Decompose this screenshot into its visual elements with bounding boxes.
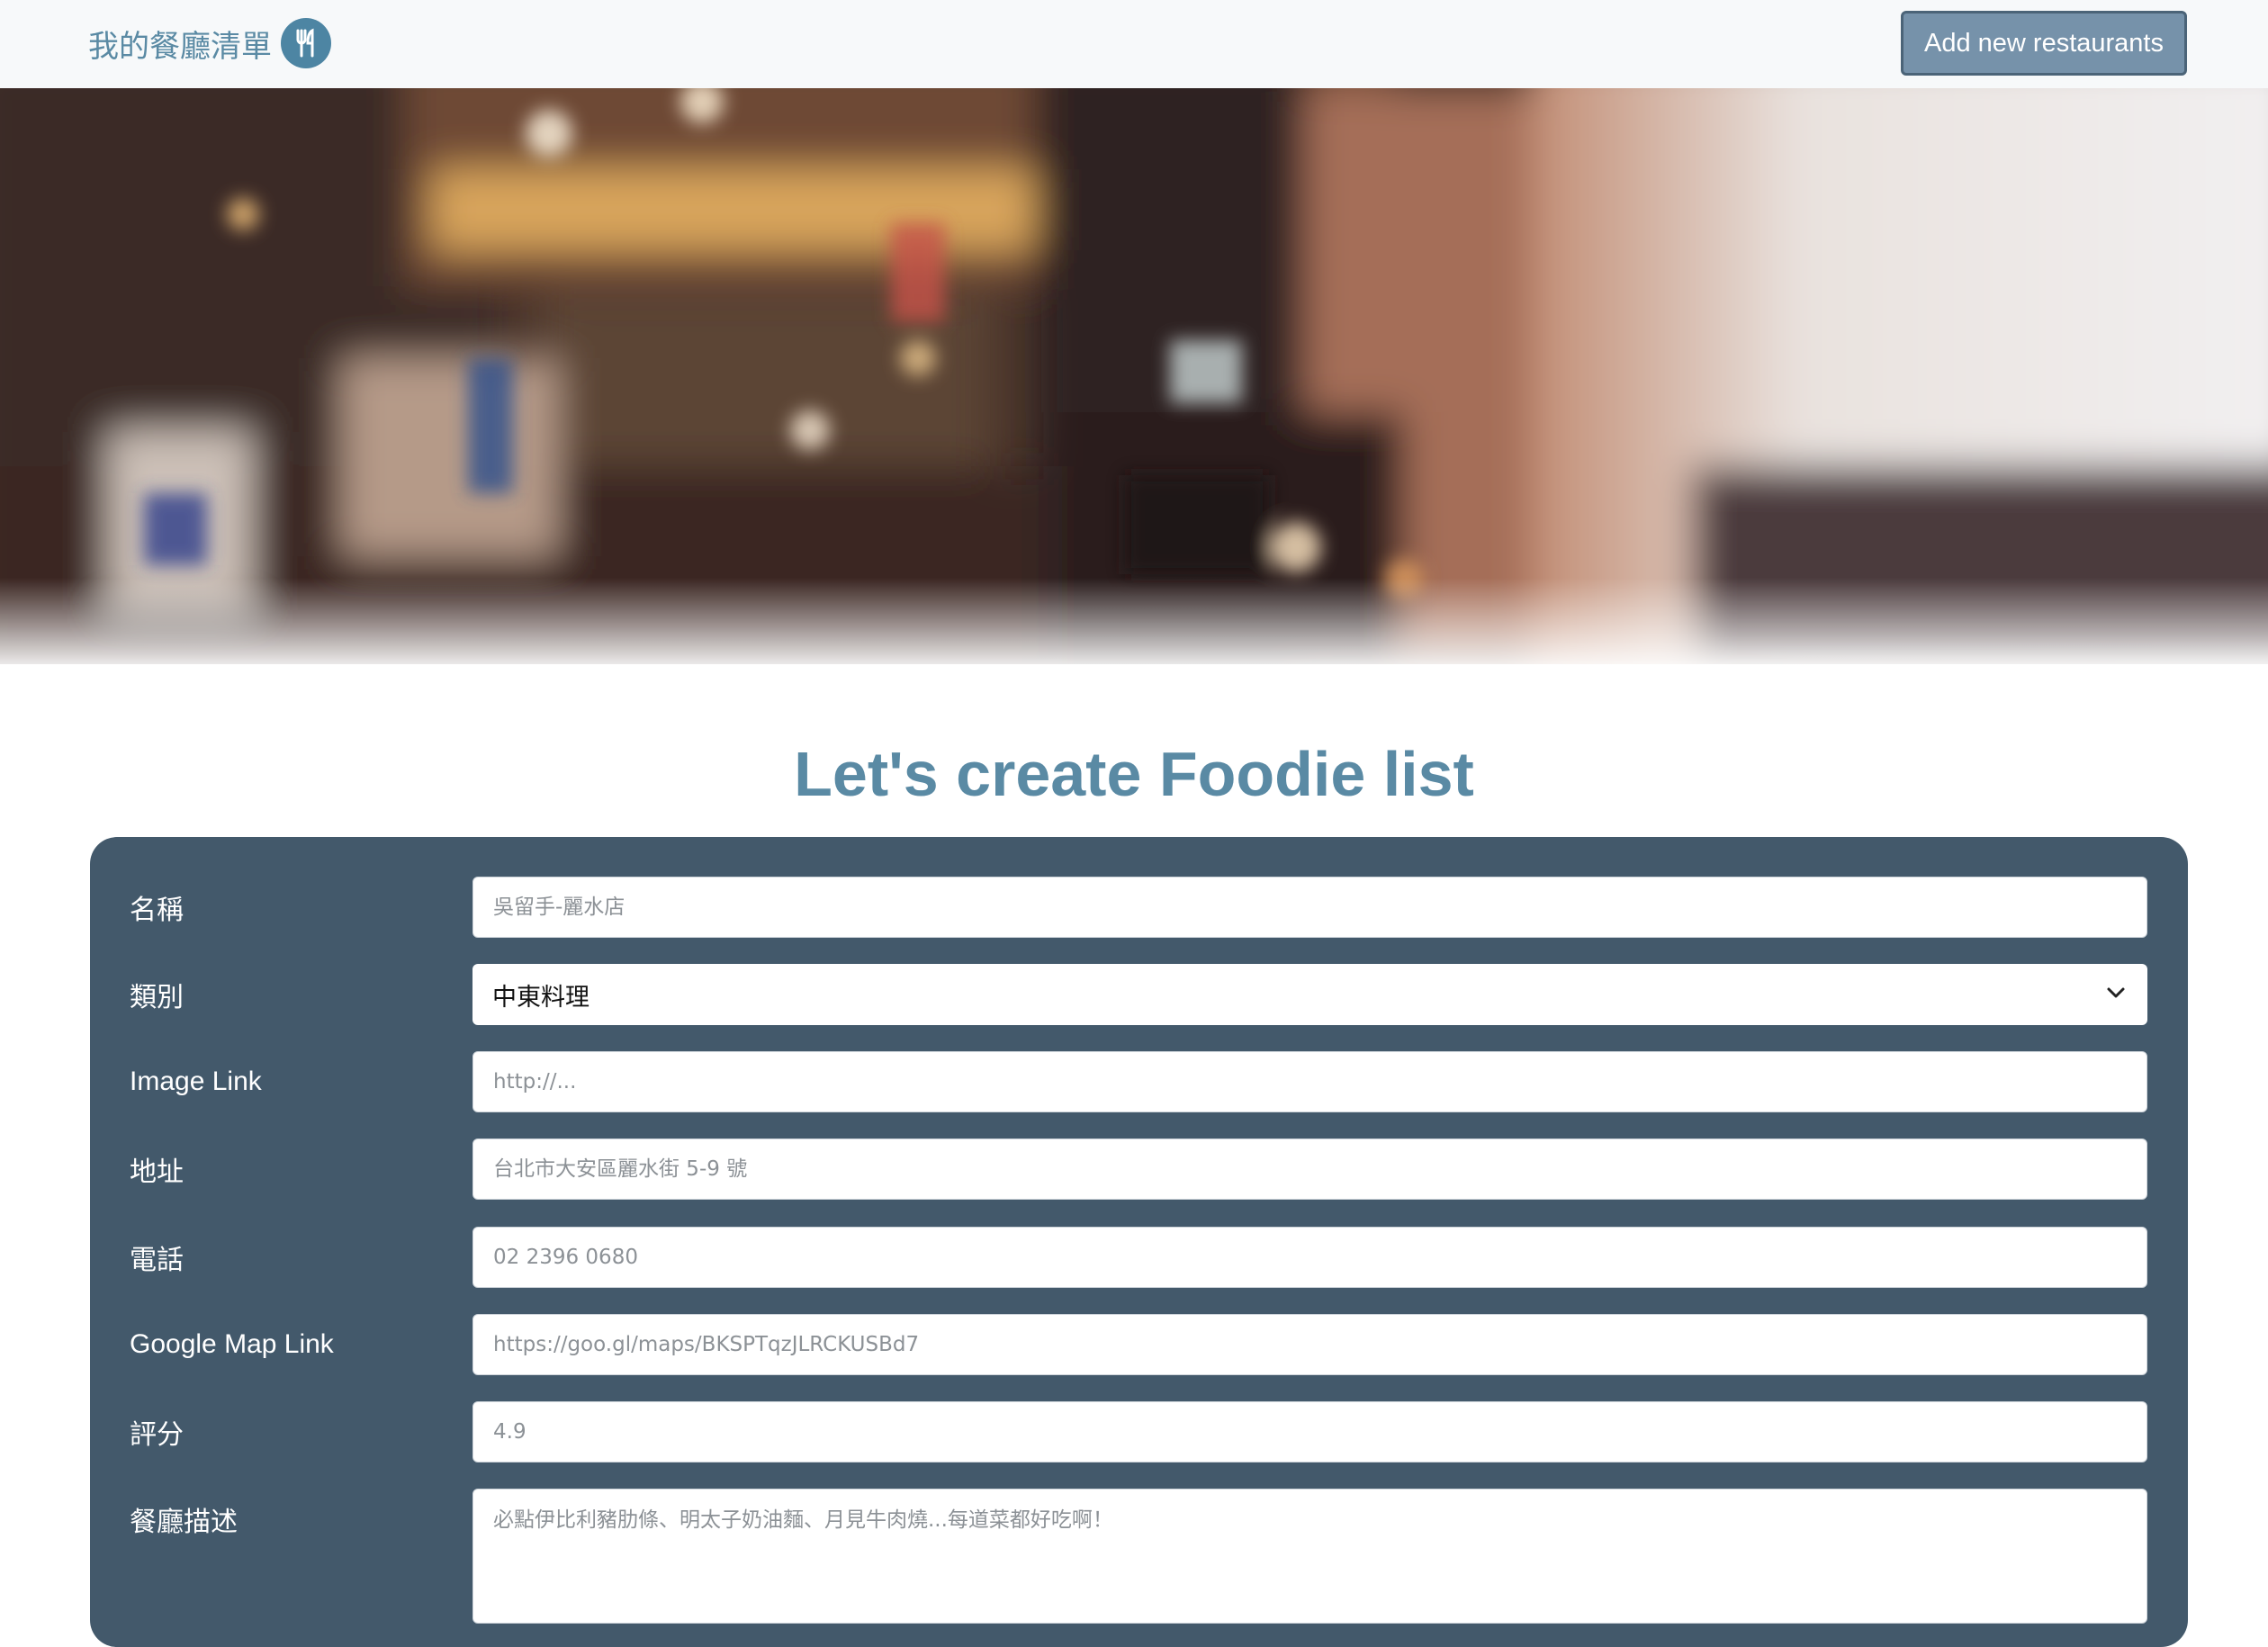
phone-input[interactable]	[472, 1227, 2147, 1288]
image-link-row: Image Link	[90, 1051, 2188, 1112]
restaurant-form: 名稱 類別 中東料理 Image Link 地址 電話 Google Map L…	[90, 837, 2188, 1647]
brand-label: 我的餐廳清單	[88, 28, 272, 65]
image-link-input[interactable]	[472, 1051, 2147, 1112]
phone-row: 電話	[90, 1227, 2188, 1288]
category-selected-value: 中東料理	[492, 983, 590, 1012]
rating-input[interactable]	[472, 1401, 2147, 1462]
banner-image	[0, 88, 2268, 664]
utensils-icon	[281, 18, 331, 68]
category-select[interactable]: 中東料理	[472, 964, 2147, 1025]
page-title: Let's create Foodie list	[794, 739, 1474, 809]
description-label: 餐廳描述	[130, 1507, 238, 1538]
description-textarea[interactable]	[472, 1489, 2147, 1624]
google-map-label: Google Map Link	[130, 1329, 334, 1359]
description-row: 餐廳描述	[90, 1489, 2188, 1624]
google-map-input[interactable]	[472, 1314, 2147, 1375]
chevron-down-icon	[2104, 981, 2128, 1009]
name-label: 名稱	[130, 895, 184, 926]
navbar: 我的餐廳清單 Add new restaurants	[0, 0, 2268, 88]
category-row: 類別 中東料理	[90, 964, 2188, 1025]
rating-label: 評分	[130, 1419, 184, 1451]
address-label: 地址	[130, 1156, 184, 1188]
add-new-restaurants-button[interactable]: Add new restaurants	[1901, 11, 2187, 76]
brand-link[interactable]: 我的餐廳清單	[88, 18, 331, 68]
google-map-row: Google Map Link	[90, 1314, 2188, 1375]
address-row: 地址	[90, 1138, 2188, 1200]
category-label: 類別	[130, 982, 184, 1013]
address-input[interactable]	[472, 1138, 2147, 1200]
name-input[interactable]	[472, 877, 2147, 938]
blurred-restaurant-photo	[0, 88, 2268, 664]
name-row: 名稱	[90, 877, 2188, 938]
phone-label: 電話	[130, 1245, 184, 1276]
rating-row: 評分	[90, 1401, 2188, 1462]
image-link-label: Image Link	[130, 1066, 262, 1096]
